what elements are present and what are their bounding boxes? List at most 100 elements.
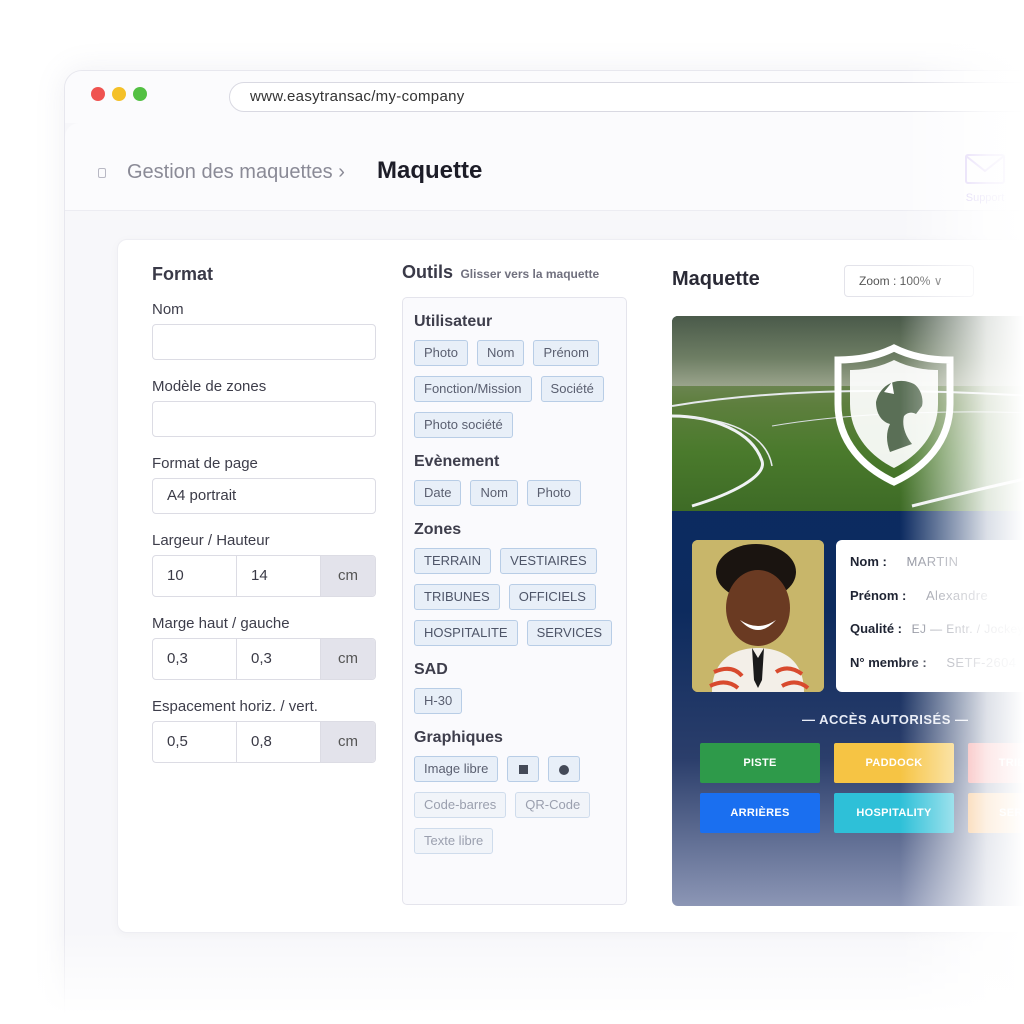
access-zone-badge: PADDOCK [834,743,954,783]
group-zones-title: Zones [414,521,462,538]
maximize-window-button[interactable] [133,87,147,101]
nom-input[interactable] [152,324,376,360]
nom-value: MARTIN [906,554,959,569]
tool-chip-zone[interactable]: HOSPITALITE [414,620,518,646]
margin-left-input[interactable]: 0,3 [237,639,321,679]
modele-label: Modèle de zones [152,378,267,395]
support-button[interactable]: Support [955,153,1015,204]
utilisateur-chips: Photo Nom Prénom Fonction/Mission Sociét… [414,340,615,438]
group-graphiques-title: Graphiques [414,729,503,746]
spacing-v-input[interactable]: 0,8 [237,722,321,762]
qualite-key: Qualité : [850,621,903,636]
badge-preview[interactable]: Nom : MARTIN Prénom : Alexandre Qualité … [672,316,1024,906]
modele-select[interactable] [152,401,376,437]
breadcrumb-parent[interactable]: Gestion des maquettes › [127,161,345,184]
format-title: Format [152,264,214,284]
tools-panel: Utilisateur Photo Nom Prénom Fonction/Mi… [402,297,627,905]
address-bar[interactable]: www.easytransac/my-company [229,82,1024,112]
nom-key: Nom : [850,554,887,569]
prenom-value: Alexandre [925,587,989,603]
group-sad-title: SAD [414,661,448,678]
margin-group: 0,3 0,3 cm [152,638,376,680]
zones-chips: TERRAIN VESTIAIRES TRIBUNES OFFICIELS HO… [414,548,615,646]
portrait-image [692,540,824,692]
tool-chip-zone[interactable]: OFFICIELS [508,584,596,610]
close-window-button[interactable] [91,87,105,101]
editor-card: Format Nom Modèle de zones Format de pag… [117,239,1024,933]
tool-chip-zone[interactable]: VESTIAIRES [500,548,597,574]
tool-chip-prenom[interactable]: Prénom [533,340,599,366]
sad-chips: H-30 [414,688,615,714]
tool-chip-societe[interactable]: Société [540,376,604,402]
margin-top-input[interactable]: 0,3 [153,639,237,679]
nom-label: Nom [152,301,184,318]
tool-chip-date[interactable]: Date [414,480,462,506]
height-input[interactable]: 14 [237,556,321,596]
tool-chip-image-libre[interactable]: Image libre [414,756,499,782]
menu-icon[interactable] [98,168,106,178]
size-group: 10 14 cm [152,555,376,597]
size-label: Largeur / Hauteur [152,532,270,549]
info-row-qualite: Qualité : EJ — Entr. / Jockey [850,621,1024,655]
info-row-membre: N° membre : SETF-2604 [850,655,1024,689]
shield-horse-logo [834,344,954,486]
tool-chip-event-nom[interactable]: Nom [470,480,518,506]
graphiques-chips: Image libre Code-barres QR-Code Texte li… [414,756,615,854]
unit-label: cm [321,639,375,679]
access-zone-badge: HOSPITALITY [834,793,954,833]
zoom-select[interactable]: Zoom : 100% ∨ [844,265,974,297]
evenement-chips: Date Nom Photo [414,480,615,506]
outils-header: Outils Glisser vers la maquette [402,262,599,283]
minimize-window-button[interactable] [112,87,126,101]
tool-chip-fonction[interactable]: Fonction/Mission [414,376,532,402]
unit-label: cm [321,556,375,596]
membre-key: N° membre : [850,654,927,670]
tool-chip-zone[interactable]: TRIBUNES [414,584,500,610]
tool-chip-qr-code[interactable]: QR-Code [515,792,591,818]
maquette-title: Maquette [672,268,760,290]
margin-label: Marge haut / gauche [152,615,290,632]
spacing-h-input[interactable]: 0,5 [153,722,237,762]
racetrack-image [672,316,1024,511]
page-title: Maquette [377,157,483,184]
access-zone-badge: PISTE [700,743,820,783]
outils-title: Outils [402,262,454,282]
tool-chip-event-photo[interactable]: Photo [526,480,581,506]
format-panel: Format Nom Modèle de zones Format de pag… [152,264,376,763]
page-format-label: Format de page [152,455,258,472]
tool-chip-code-barres[interactable]: Code-barres [414,792,507,818]
member-photo [692,540,824,692]
spacing-group: 0,5 0,8 cm [152,721,376,763]
circle-shape-icon[interactable] [548,756,581,782]
browser-window: www.easytransac/my-company Gestion des m… [64,70,1024,1024]
info-row-prenom: Prénom : Alexandre [850,588,1024,622]
page-format-select[interactable]: A4 portrait [152,478,376,514]
qualite-value: EJ — Entr. / Jockey [911,622,1024,636]
access-title: — ACCÈS AUTORISÉS — [802,712,969,727]
access-zone-badge: TRIBUNES [968,743,1024,783]
tool-chip-zone[interactable]: SERVICES [526,620,613,646]
membre-value: SETF-2604 [946,654,1017,670]
spacing-label: Espacement horiz. / vert. [152,698,318,715]
group-evenement-title: Evènement [414,453,500,470]
group-utilisateur-title: Utilisateur [414,313,493,330]
outils-hint: Glisser vers la maquette [460,267,600,281]
tool-chip-photo[interactable]: Photo [414,340,468,366]
access-zone-badge: SERVICES [968,793,1024,833]
tool-chip-nom[interactable]: Nom [476,340,525,366]
app-header: Gestion des maquettes › Maquette Support [65,123,1024,211]
support-label: Support [965,192,1005,204]
browser-titlebar: www.easytransac/my-company [65,71,1024,123]
tool-chip-h30[interactable]: H-30 [414,688,463,714]
tool-chip-zone[interactable]: TERRAIN [414,548,492,574]
tool-chip-photo-societe[interactable]: Photo société [414,412,513,438]
width-input[interactable]: 10 [153,556,237,596]
unit-label: cm [321,722,375,762]
prenom-key: Prénom : [850,587,907,603]
access-zone-badge: ARRIÈRES [700,793,820,833]
member-info-card: Nom : MARTIN Prénom : Alexandre Qualité … [836,540,1024,692]
info-row-nom: Nom : MARTIN [850,554,1024,588]
tool-chip-texte-libre[interactable]: Texte libre [414,828,494,854]
square-shape-icon[interactable] [507,756,540,782]
mail-icon [965,154,1005,184]
